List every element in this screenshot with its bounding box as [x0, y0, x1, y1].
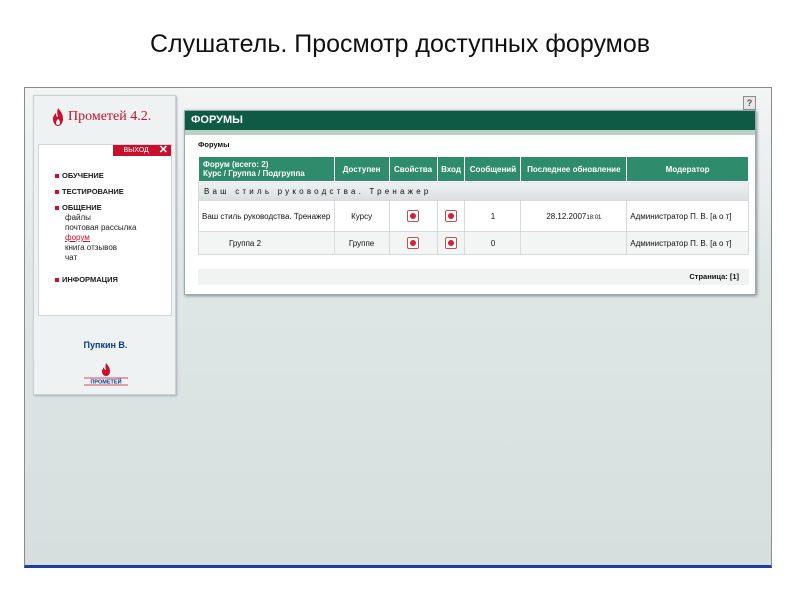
menu-item-label: ИНФОРМАЦИЯ — [62, 275, 118, 284]
menu-item-label: ОБУЧЕНИЕ — [62, 171, 104, 180]
logout-button[interactable]: ВЫХОД ✕ — [113, 145, 171, 156]
column-header-updated[interactable]: Последнее обновление — [520, 156, 628, 182]
forum-messages: 1 — [464, 200, 522, 232]
help-button[interactable]: ? — [743, 96, 756, 110]
forums-panel: ФОРУМЫ Форумы Форум (всего: 2) Курс / Гр… — [184, 110, 756, 295]
panel-title: ФОРУМЫ — [185, 111, 755, 130]
column-header-messages[interactable]: Сообщений — [464, 156, 522, 182]
menu-item-testing[interactable]: ТЕСТИРОВАНИЕ — [55, 187, 124, 196]
pagination[interactable]: Страница: [1] — [198, 269, 749, 285]
menu-item-communication[interactable]: ОБЩЕНИЕ — [55, 203, 102, 212]
user-name: Пупкин В. — [83, 340, 128, 350]
table-row: Ваш стиль руководства. Тренажер Курсу 1 … — [198, 200, 749, 232]
enter-button[interactable] — [445, 237, 457, 249]
column-header-access[interactable]: Доступен — [333, 156, 390, 182]
course-group-label: Ваш стиль руководства. Тренажер — [198, 181, 749, 201]
sidebar: Прометей 4.2. ВЫХОД ✕ ОБУЧЕНИЕ ТЕСТИРОВА… — [33, 95, 176, 395]
table-row: Группа 2 Группе 0 Администратор П. В. [а… — [198, 231, 749, 255]
forum-name[interactable]: Группа 2 — [198, 231, 335, 255]
submenu-item-chat[interactable]: чат — [65, 253, 77, 262]
properties-button[interactable] — [407, 210, 420, 222]
enter-cell — [436, 231, 466, 255]
bullet-icon — [55, 189, 59, 194]
forum-moderator[interactable]: Администратор П. В. [а о т] — [626, 231, 749, 255]
column-header-enter[interactable]: Вход — [436, 156, 466, 182]
enter-cell — [436, 200, 466, 232]
submenu-item-files[interactable]: файлы — [65, 213, 91, 222]
forum-updated: 28.12.200718:01 — [520, 200, 628, 232]
properties-button[interactable] — [407, 237, 420, 249]
forums-table: Форум (всего: 2) Курс / Группа / Подгруп… — [198, 156, 749, 255]
footer-logo[interactable]: ПРОМЕТЕЙ — [82, 362, 130, 386]
submenu-item-mailing[interactable]: почтовая рассылка — [65, 223, 136, 232]
forum-updated — [520, 231, 628, 255]
footer-logo-text: ПРОМЕТЕЙ — [90, 378, 121, 386]
forum-access: Курсу — [333, 200, 390, 232]
updated-date: 28.12.2007 — [546, 211, 587, 221]
bullet-icon — [55, 173, 59, 178]
logo-text: Прометей 4.2. — [68, 109, 152, 124]
properties-cell — [388, 200, 438, 232]
flame-icon: ПРОМЕТЕЙ — [84, 363, 128, 386]
enter-button[interactable] — [445, 210, 457, 222]
panel-subheader-bar — [185, 130, 755, 135]
column-header-forum-sub: Курс / Группа / Подгруппа — [203, 169, 305, 178]
updated-time: 18:01 — [586, 214, 602, 221]
logo: Прометей 4.2. — [52, 106, 151, 128]
table-header-row: Форум (всего: 2) Курс / Группа / Подгруп… — [198, 156, 749, 182]
forum-messages: 0 — [464, 231, 522, 255]
column-header-forum-title: Форум (всего: 2) — [203, 160, 269, 169]
column-header-properties[interactable]: Свойства — [388, 156, 438, 182]
forum-name[interactable]: Ваш стиль руководства. Тренажер — [198, 200, 335, 232]
submenu-item-guestbook[interactable]: книга отзывов — [65, 243, 117, 252]
forum-access: Группе — [333, 231, 390, 255]
column-header-moderator[interactable]: Модератор — [626, 156, 749, 182]
submenu-item-forum[interactable]: форум — [65, 233, 90, 242]
slide-title: Слушатель. Просмотр доступных форумов — [149, 30, 651, 58]
menu-item-learning[interactable]: ОБУЧЕНИЕ — [55, 171, 104, 180]
flame-icon — [53, 108, 63, 126]
menu-box: ВЫХОД ✕ ОБУЧЕНИЕ ТЕСТИРОВАНИЕ ОБЩЕНИЕ фа… — [38, 144, 172, 316]
logout-label: ВЫХОД — [123, 147, 149, 154]
menu-item-information[interactable]: ИНФОРМАЦИЯ — [55, 275, 118, 284]
properties-cell — [388, 231, 438, 255]
course-group-row: Ваш стиль руководства. Тренажер — [198, 181, 749, 201]
bullet-icon — [55, 205, 59, 210]
forum-moderator[interactable]: Администратор П. В. [а о т] — [626, 200, 749, 232]
app-window: ? Прометей 4.2. ВЫХОД ✕ ОБУЧЕНИЕ ТЕСТИРО… — [24, 87, 772, 568]
close-icon: ✕ — [158, 144, 168, 156]
breadcrumb[interactable]: Форумы — [198, 140, 230, 149]
menu-item-label: ТЕСТИРОВАНИЕ — [62, 187, 124, 196]
column-header-forum[interactable]: Форум (всего: 2) Курс / Группа / Подгруп… — [198, 156, 335, 182]
menu-item-label: ОБЩЕНИЕ — [62, 203, 102, 212]
bullet-icon — [55, 277, 59, 282]
